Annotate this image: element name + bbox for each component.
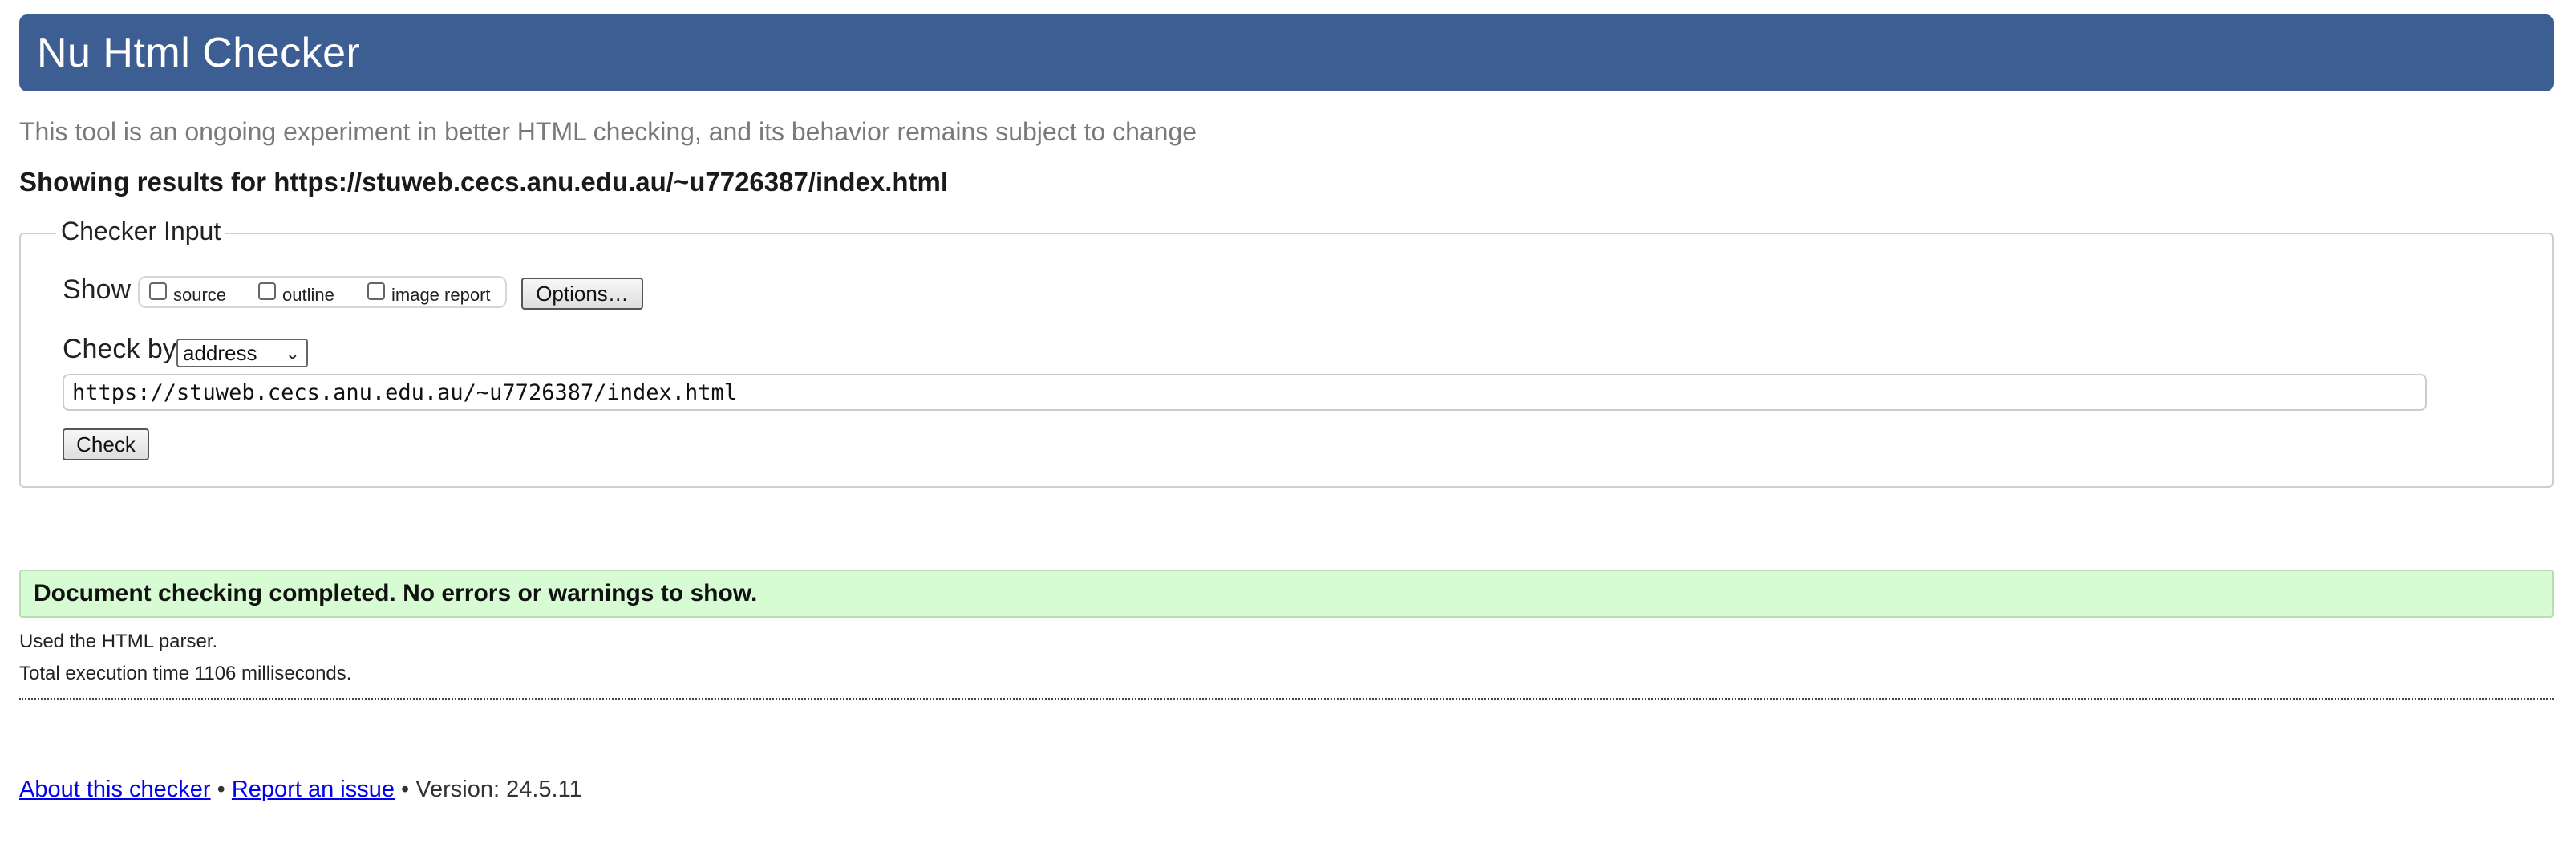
image-report-checkbox[interactable] [367, 282, 385, 300]
show-label: Show [63, 274, 132, 305]
image-report-checkbox-label[interactable]: image report [391, 285, 491, 306]
checker-input-fieldset: Checker Input Show source outline image … [19, 217, 2554, 488]
parser-note: Used the HTML parser. [19, 631, 218, 652]
subtitle: This tool is an ongoing experiment in be… [19, 117, 1197, 146]
url-input[interactable]: https://stuweb.cecs.anu.edu.au/~u7726387… [63, 374, 2427, 411]
check-button[interactable]: Check [63, 428, 149, 460]
source-checkbox-label[interactable]: source [173, 285, 226, 306]
outline-checkbox-label[interactable]: outline [282, 285, 334, 306]
dotted-divider [19, 698, 2554, 700]
showing-results-heading: Showing results for https://stuweb.cecs.… [19, 167, 949, 197]
chevron-down-icon: ⌄ [285, 343, 300, 363]
check-by-select[interactable]: address ⌄ [176, 339, 308, 367]
outline-checkbox[interactable] [258, 282, 276, 300]
header-banner: Nu Html Checker [19, 14, 2554, 91]
options-button[interactable]: Options… [521, 278, 643, 310]
footer-separator: • [401, 777, 410, 802]
show-options-group: source outline image report [138, 276, 507, 308]
page: Nu Html Checker This tool is an ongoing … [0, 0, 2576, 852]
report-issue-link[interactable]: Report an issue [232, 777, 395, 802]
version-text: Version: 24.5.11 [415, 777, 582, 802]
check-by-selected-value: address [183, 340, 257, 365]
source-checkbox[interactable] [149, 282, 167, 300]
footer: About this checker • Report an issue • V… [19, 777, 582, 803]
success-message: Document checking completed. No errors o… [19, 570, 2554, 618]
page-title: Nu Html Checker [37, 30, 361, 76]
about-checker-link[interactable]: About this checker [19, 777, 211, 802]
footer-separator: • [217, 777, 225, 802]
execution-time: Total execution time 1106 milliseconds. [19, 663, 352, 684]
checker-input-legend: Checker Input [56, 217, 226, 246]
check-by-label: Check by [63, 334, 176, 364]
